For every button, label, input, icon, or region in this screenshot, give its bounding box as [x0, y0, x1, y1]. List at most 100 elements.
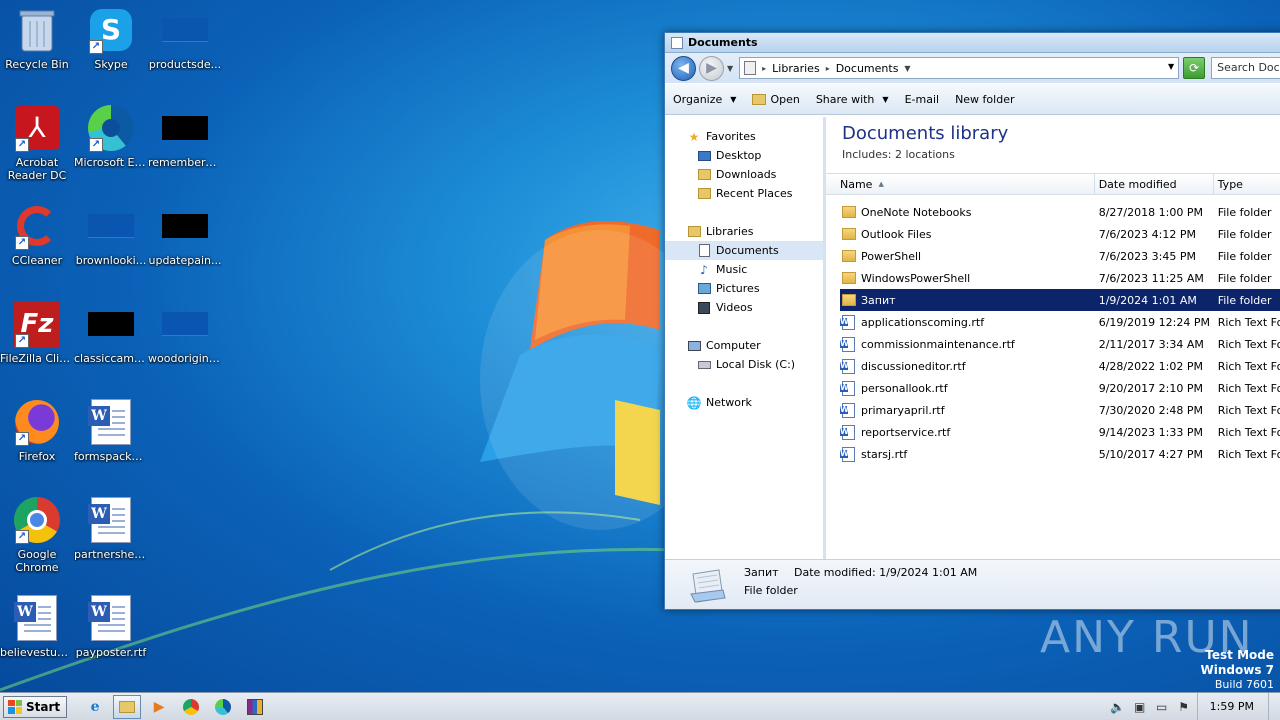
back-button[interactable]: ◀: [671, 55, 696, 81]
nav-videos[interactable]: Videos: [665, 298, 823, 317]
file-row[interactable]: commissionmaintenance.rtf 2/11/2017 3:34 …: [840, 333, 1280, 355]
desktop-icon-label: updatepain...: [148, 254, 222, 267]
media-player-icon[interactable]: ▶: [145, 695, 173, 719]
file-row[interactable]: starsj.rtf 5/10/2017 4:27 PM Rich Text Fo: [840, 443, 1280, 465]
desktop-icon-believestud[interactable]: W believestud...: [0, 594, 74, 659]
action-center-flag-icon[interactable]: ⚑: [1175, 700, 1193, 714]
file-date: 6/19/2019 12:24 PM: [1098, 315, 1210, 329]
file-row[interactable]: PowerShell 7/6/2023 3:45 PM File folder: [840, 245, 1280, 267]
rtf-document-icon: [840, 314, 855, 330]
search-input[interactable]: Search Documents: [1211, 57, 1280, 79]
nav-desktop[interactable]: Desktop: [665, 146, 823, 165]
desktop-icon-payposter[interactable]: W payposter.rtf: [74, 594, 148, 659]
clock[interactable]: 1:59 PM: [1196, 693, 1268, 720]
chevron-down-icon[interactable]: ▼: [904, 64, 910, 73]
share-with-button[interactable]: Share with ▼: [816, 93, 889, 106]
organize-button[interactable]: Organize ▼: [673, 93, 736, 106]
window-title: Documents: [688, 36, 758, 49]
nav-network[interactable]: 🌐 Network: [665, 393, 823, 412]
desktop-icon-rememberd[interactable]: rememberd...: [148, 104, 222, 169]
desktop-icon-classiccame[interactable]: classiccame...: [74, 300, 148, 365]
column-header-type[interactable]: Type: [1214, 174, 1280, 194]
chevron-right-icon[interactable]: ▸: [762, 64, 766, 73]
nav-recent-places[interactable]: Recent Places: [665, 184, 823, 203]
nav-computer[interactable]: Computer: [665, 336, 823, 355]
folder-icon: [752, 93, 767, 105]
new-folder-button[interactable]: New folder: [955, 93, 1014, 106]
desktop-icon-edge[interactable]: ↗ Microsoft Edge: [74, 104, 148, 169]
desktop-icon-firefox[interactable]: ↗ Firefox: [0, 398, 74, 463]
shortcut-arrow-icon: ↗: [15, 530, 29, 544]
window-titlebar[interactable]: Documents: [665, 33, 1280, 53]
nav-downloads[interactable]: Downloads: [665, 165, 823, 184]
network-tray-icon[interactable]: ▣: [1131, 700, 1149, 714]
edge-taskbar-icon[interactable]: [209, 695, 237, 719]
refresh-button[interactable]: ⟳: [1183, 57, 1206, 79]
file-row[interactable]: personallook.rtf 9/20/2017 2:10 PM Rich Te…: [840, 377, 1280, 399]
breadcrumb-libraries[interactable]: Libraries: [772, 62, 820, 75]
desktop-icon-formspacka[interactable]: W formspacka...: [74, 398, 148, 463]
file-row[interactable]: applicationscoming.rtf 6/19/2019 12:24 PM…: [840, 311, 1280, 333]
chevron-down-icon: ▼: [882, 94, 889, 104]
desktop-icon-skype[interactable]: S ↗ Skype: [74, 6, 148, 71]
nav-pictures[interactable]: Pictures: [665, 279, 823, 298]
chrome-taskbar-icon[interactable]: [177, 695, 205, 719]
file-type: Rich Text Fo: [1217, 381, 1280, 395]
volume-icon[interactable]: 🔈: [1109, 700, 1127, 714]
shortcut-arrow-icon: ↗: [89, 40, 103, 54]
desktop-icon-filezilla[interactable]: Fz ↗ FileZilla Client: [0, 300, 74, 365]
address-bar[interactable]: ▸ Libraries ▸ Documents ▼ ▼: [739, 57, 1180, 79]
power-icon[interactable]: ▭: [1153, 700, 1171, 714]
desktop-icon-recycle-bin[interactable]: Recycle Bin: [0, 6, 74, 71]
email-button[interactable]: E-mail: [905, 93, 940, 106]
file-row[interactable]: Запит 1/9/2024 1:01 AM File folder: [840, 289, 1280, 311]
nav-documents[interactable]: Documents: [665, 241, 823, 260]
chevron-right-icon[interactable]: ▸: [826, 64, 830, 73]
rtf-document-icon: [840, 336, 855, 352]
nav-libraries[interactable]: Libraries: [665, 222, 823, 241]
file-row[interactable]: discussioneditor.rtf 4/28/2022 1:02 PM Ric…: [840, 355, 1280, 377]
file-name-cell: personallook.rtf: [840, 380, 1095, 396]
desktop-icon-updatepain[interactable]: updatepain...: [148, 202, 222, 267]
breadcrumb-documents[interactable]: Documents: [836, 62, 899, 75]
file-name-cell: WindowsPowerShell: [840, 272, 1095, 285]
desktop-icon-woodorigina[interactable]: woodorigina...: [148, 300, 222, 365]
nav-local-disk[interactable]: Local Disk (C:): [665, 355, 823, 374]
internet-explorer-icon[interactable]: e: [81, 695, 109, 719]
nav-music[interactable]: ♪ Music: [665, 260, 823, 279]
desktop-icon-productsde[interactable]: productsde...: [148, 6, 222, 71]
file-row[interactable]: Outlook Files 7/6/2023 4:12 PM File folder: [840, 223, 1280, 245]
file-type: File folder: [1217, 227, 1272, 241]
column-header-date[interactable]: Date modified: [1095, 174, 1214, 194]
file-name: starsj.rtf: [861, 447, 908, 461]
desktop-icon-label: Recycle Bin: [5, 58, 69, 71]
desktop-icon-chrome[interactable]: ↗ Google Chrome: [0, 496, 74, 574]
desktop-icon-ccleaner[interactable]: ↗ CCleaner: [0, 202, 74, 267]
show-desktop-button[interactable]: [1268, 693, 1280, 720]
start-button[interactable]: Start: [3, 695, 68, 718]
file-row[interactable]: OneNote Notebooks 8/27/2018 1:00 PM File f…: [840, 201, 1280, 223]
details-pane: Запит Date modified: 1/9/2024 1:01 AM Fi…: [665, 559, 1280, 609]
recent-pages-dropdown-icon[interactable]: ▼: [727, 64, 733, 73]
rtf-document-icon: [840, 380, 855, 396]
address-dropdown-icon[interactable]: ▼: [1168, 62, 1174, 71]
explorer-taskbar-icon[interactable]: [113, 694, 142, 719]
explorer-window[interactable]: Documents ◀ ▶ ▼ ▸ Libraries ▸ Documents …: [664, 32, 1280, 610]
details-type: File folder: [744, 584, 798, 597]
column-header-name[interactable]: Name ▲: [826, 174, 1095, 194]
desktop-icon-acrobat[interactable]: ⅄ ↗ Acrobat Reader DC: [0, 104, 74, 182]
file-name: primaryapril.rtf: [861, 403, 945, 417]
library-includes[interactable]: Includes: 2 locations: [842, 148, 1280, 161]
open-button[interactable]: Open: [752, 93, 800, 106]
file-row[interactable]: primaryapril.rtf 7/30/2020 2:48 PM Rich Te…: [840, 399, 1280, 421]
file-row[interactable]: WindowsPowerShell 7/6/2023 11:25 AM File f…: [840, 267, 1280, 289]
winrar-taskbar-icon[interactable]: [241, 695, 269, 719]
network-icon: 🌐: [686, 395, 702, 410]
nav-favorites[interactable]: ★ Favorites: [665, 127, 823, 146]
details-date-modified: Date modified: 1/9/2024 1:01 AM: [794, 566, 978, 579]
forward-button[interactable]: ▶: [699, 55, 724, 81]
desktop-icon-partnershea[interactable]: W partnershea...: [74, 496, 148, 561]
desktop-icon-brownlooki[interactable]: brownlooki...: [74, 202, 148, 267]
file-row[interactable]: reportservice.rtf 9/14/2023 1:33 PM Rich T…: [840, 421, 1280, 443]
file-list-pane: Documents library Includes: 2 locations …: [826, 117, 1280, 559]
